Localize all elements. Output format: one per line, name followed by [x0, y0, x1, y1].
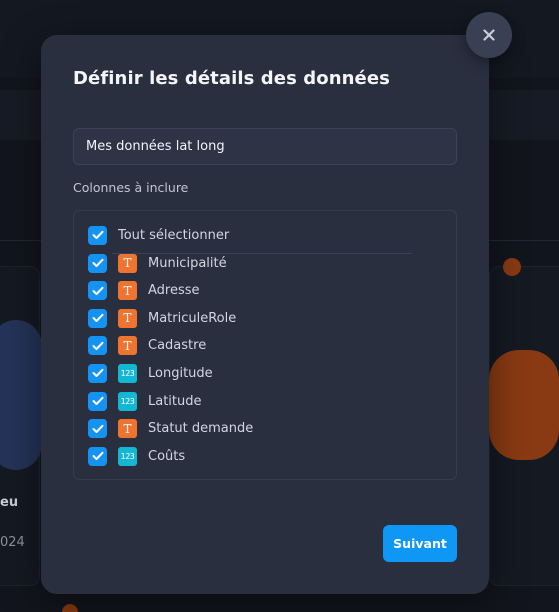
column-label: Coûts — [148, 448, 186, 464]
column-row[interactable]: 123 Longitude — [88, 363, 213, 383]
column-label: Municipalité — [148, 255, 227, 271]
number-type-icon: 123 — [118, 363, 137, 383]
column-row[interactable]: 123 Coûts — [88, 446, 185, 466]
close-icon — [483, 26, 495, 45]
select-all-label: Tout sélectionner — [118, 227, 230, 243]
data-details-modal: Définir les détails des données Colonnes… — [41, 35, 489, 594]
text-type-icon: T — [118, 419, 137, 439]
column-label: Cadastre — [148, 338, 207, 354]
column-label: Latitude — [148, 393, 202, 409]
checkbox-checked-icon[interactable] — [88, 419, 107, 439]
column-row[interactable]: T MatriculeRole — [88, 308, 236, 328]
checkbox-checked-icon[interactable] — [88, 308, 107, 328]
column-row[interactable]: T Cadastre — [88, 336, 206, 356]
number-type-icon: 123 — [118, 391, 137, 411]
background-text-2: 024 — [0, 535, 25, 550]
number-type-icon: 123 — [118, 446, 137, 466]
column-row[interactable]: 123 Latitude — [88, 391, 202, 411]
checkbox-checked-icon[interactable] — [88, 281, 107, 301]
text-type-icon: T — [118, 281, 137, 301]
column-label: Longitude — [148, 365, 213, 381]
text-type-icon: T — [118, 336, 137, 356]
column-row[interactable]: T Statut demande — [88, 419, 253, 439]
map-point-orange — [503, 258, 521, 276]
map-point-orange-bottom — [62, 604, 78, 612]
map-cluster-blue — [0, 320, 42, 470]
column-row[interactable]: T Municipalité — [88, 253, 227, 273]
modal-title: Définir les détails des données — [73, 68, 390, 89]
columns-list: Tout sélectionner T Municipalité T Adresse T… — [73, 210, 457, 480]
checkbox-checked-icon[interactable] — [88, 336, 107, 356]
next-button[interactable]: Suivant — [383, 525, 457, 562]
close-button[interactable] — [466, 12, 512, 58]
checkbox-checked-icon[interactable] — [88, 446, 107, 466]
checkbox-checked-icon[interactable] — [88, 391, 107, 411]
text-type-icon: T — [118, 308, 137, 328]
checkbox-checked-icon[interactable] — [88, 225, 107, 245]
columns-label: Colonnes à inclure — [73, 180, 189, 195]
column-row[interactable]: T Adresse — [88, 281, 200, 301]
column-label: MatriculeRole — [148, 310, 237, 326]
dataset-name-input[interactable] — [73, 128, 457, 165]
checkbox-checked-icon[interactable] — [88, 253, 107, 273]
map-cluster-orange — [489, 350, 559, 460]
column-label: Statut demande — [148, 421, 254, 437]
text-type-icon: T — [118, 253, 137, 273]
column-label: Adresse — [148, 283, 200, 299]
select-all-row[interactable]: Tout sélectionner — [88, 225, 229, 245]
background-text-1: eu — [0, 495, 19, 510]
checkbox-checked-icon[interactable] — [88, 363, 107, 383]
